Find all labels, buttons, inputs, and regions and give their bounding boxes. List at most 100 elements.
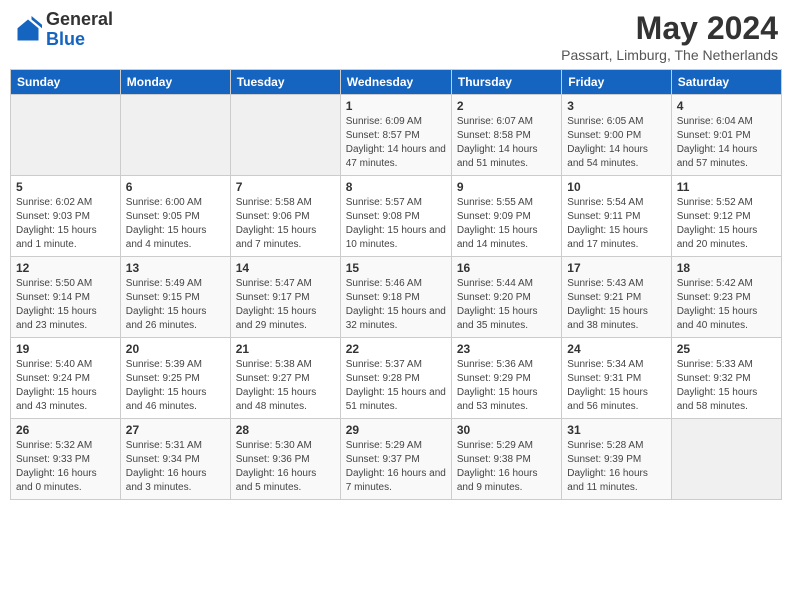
cell-w3-d0: 19 Sunrise: 5:40 AM Sunset: 9:24 PM Dayli… <box>11 338 121 419</box>
cell-w0-d4: 2 Sunrise: 6:07 AM Sunset: 8:58 PM Daylig… <box>451 95 561 176</box>
day-info-24: Sunrise: 5:34 AM Sunset: 9:31 PM Dayligh… <box>567 358 665 414</box>
day-info-8: Sunrise: 5:57 AM Sunset: 9:08 PM Dayligh… <box>346 196 446 252</box>
day-number-7: 7 <box>236 180 335 194</box>
day-info-25: Sunrise: 5:33 AM Sunset: 9:32 PM Dayligh… <box>677 358 776 414</box>
week-row-1: 5Sunrise: 6:02 AM Sunset: 9:03 PM Daylig… <box>11 176 782 257</box>
col-tuesday: Tuesday <box>230 70 340 95</box>
day-number-10: 10 <box>567 180 665 194</box>
day-info-27: Sunrise: 5:31 AM Sunset: 9:34 PM Dayligh… <box>126 439 225 495</box>
week-row-0: 1 Sunrise: 6:09 AM Sunset: 8:57 PM Daylig… <box>11 95 782 176</box>
day-info-19: Sunrise: 5:40 AM Sunset: 9:24 PM Dayligh… <box>16 358 115 414</box>
day-info-2: Sunrise: 6:07 AM Sunset: 8:58 PM Dayligh… <box>457 115 556 171</box>
day-number-11: 11 <box>677 180 776 194</box>
day-number-9: 9 <box>457 180 556 194</box>
day-info-4: Sunrise: 6:04 AM Sunset: 9:01 PM Dayligh… <box>677 115 776 171</box>
cell-w1-d2: 7 Sunrise: 5:58 AM Sunset: 9:06 PM Daylig… <box>230 176 340 257</box>
day-info-23: Sunrise: 5:36 AM Sunset: 9:29 PM Dayligh… <box>457 358 556 414</box>
cell-w4-d6 <box>671 419 781 500</box>
cell-w0-d6: 4Sunrise: 6:04 AM Sunset: 9:01 PM Daylig… <box>671 95 781 176</box>
day-number-2: 2 <box>457 99 556 113</box>
cell-w2-d4: 16 Sunrise: 5:44 AM Sunset: 9:20 PM Dayli… <box>451 257 561 338</box>
day-info-30: Sunrise: 5:29 AM Sunset: 9:38 PM Dayligh… <box>457 439 556 495</box>
day-info-11: Sunrise: 5:52 AM Sunset: 9:12 PM Dayligh… <box>677 196 776 252</box>
day-number-16: 16 <box>457 261 556 275</box>
day-info-20: Sunrise: 5:39 AM Sunset: 9:25 PM Dayligh… <box>126 358 225 414</box>
day-number-26: 26 <box>16 423 115 437</box>
cell-w3-d3: 22 Sunrise: 5:37 AM Sunset: 9:28 PM Dayli… <box>340 338 451 419</box>
cell-w2-d5: 17 Sunrise: 5:43 AM Sunset: 9:21 PM Dayli… <box>562 257 671 338</box>
cell-w3-d4: 23 Sunrise: 5:36 AM Sunset: 9:29 PM Dayli… <box>451 338 561 419</box>
cell-w3-d1: 20 Sunrise: 5:39 AM Sunset: 9:25 PM Dayli… <box>120 338 230 419</box>
day-number-31: 31 <box>567 423 665 437</box>
location: Passart, Limburg, The Netherlands <box>561 47 778 63</box>
day-number-22: 22 <box>346 342 446 356</box>
day-info-29: Sunrise: 5:29 AM Sunset: 9:37 PM Dayligh… <box>346 439 446 495</box>
cell-w1-d1: 6Sunrise: 6:00 AM Sunset: 9:05 PM Daylig… <box>120 176 230 257</box>
page-header: General Blue May 2024 Passart, Limburg, … <box>10 10 782 63</box>
col-thursday: Thursday <box>451 70 561 95</box>
day-info-15: Sunrise: 5:46 AM Sunset: 9:18 PM Dayligh… <box>346 277 446 333</box>
cell-w0-d1 <box>120 95 230 176</box>
cell-w1-d0: 5Sunrise: 6:02 AM Sunset: 9:03 PM Daylig… <box>11 176 121 257</box>
cell-w4-d0: 26Sunrise: 5:32 AM Sunset: 9:33 PM Dayli… <box>11 419 121 500</box>
cell-w0-d2 <box>230 95 340 176</box>
day-number-24: 24 <box>567 342 665 356</box>
col-wednesday: Wednesday <box>340 70 451 95</box>
day-number-25: 25 <box>677 342 776 356</box>
cell-w4-d5: 31 Sunrise: 5:28 AM Sunset: 9:39 PM Dayli… <box>562 419 671 500</box>
day-number-17: 17 <box>567 261 665 275</box>
cell-w2-d3: 15 Sunrise: 5:46 AM Sunset: 9:18 PM Dayli… <box>340 257 451 338</box>
logo-text: General Blue <box>46 10 113 50</box>
day-info-17: Sunrise: 5:43 AM Sunset: 9:21 PM Dayligh… <box>567 277 665 333</box>
col-monday: Monday <box>120 70 230 95</box>
logo-icon <box>14 16 42 44</box>
cell-w0-d3: 1 Sunrise: 6:09 AM Sunset: 8:57 PM Daylig… <box>340 95 451 176</box>
day-number-3: 3 <box>567 99 665 113</box>
day-info-10: Sunrise: 5:54 AM Sunset: 9:11 PM Dayligh… <box>567 196 665 252</box>
cell-w0-d0 <box>11 95 121 176</box>
day-info-9: Sunrise: 5:55 AM Sunset: 9:09 PM Dayligh… <box>457 196 556 252</box>
cell-w2-d2: 14Sunrise: 5:47 AM Sunset: 9:17 PM Dayli… <box>230 257 340 338</box>
day-info-16: Sunrise: 5:44 AM Sunset: 9:20 PM Dayligh… <box>457 277 556 333</box>
cell-w2-d1: 13Sunrise: 5:49 AM Sunset: 9:15 PM Dayli… <box>120 257 230 338</box>
cell-w3-d5: 24 Sunrise: 5:34 AM Sunset: 9:31 PM Dayli… <box>562 338 671 419</box>
day-number-20: 20 <box>126 342 225 356</box>
header-row: Sunday Monday Tuesday Wednesday Thursday… <box>11 70 782 95</box>
day-info-7: Sunrise: 5:58 AM Sunset: 9:06 PM Dayligh… <box>236 196 335 252</box>
day-info-13: Sunrise: 5:49 AM Sunset: 9:15 PM Dayligh… <box>126 277 225 333</box>
day-number-19: 19 <box>16 342 115 356</box>
col-sunday: Sunday <box>11 70 121 95</box>
calendar-table: Sunday Monday Tuesday Wednesday Thursday… <box>10 69 782 500</box>
day-info-28: Sunrise: 5:30 AM Sunset: 9:36 PM Dayligh… <box>236 439 335 495</box>
day-number-18: 18 <box>677 261 776 275</box>
day-number-12: 12 <box>16 261 115 275</box>
day-number-15: 15 <box>346 261 446 275</box>
week-row-4: 26Sunrise: 5:32 AM Sunset: 9:33 PM Dayli… <box>11 419 782 500</box>
cell-w2-d6: 18 Sunrise: 5:42 AM Sunset: 9:23 PM Dayli… <box>671 257 781 338</box>
day-info-22: Sunrise: 5:37 AM Sunset: 9:28 PM Dayligh… <box>346 358 446 414</box>
day-number-23: 23 <box>457 342 556 356</box>
title-block: May 2024 Passart, Limburg, The Netherlan… <box>561 10 778 63</box>
day-info-6: Sunrise: 6:00 AM Sunset: 9:05 PM Dayligh… <box>126 196 225 252</box>
day-number-29: 29 <box>346 423 446 437</box>
cell-w3-d6: 25 Sunrise: 5:33 AM Sunset: 9:32 PM Dayli… <box>671 338 781 419</box>
cell-w1-d6: 11 Sunrise: 5:52 AM Sunset: 9:12 PM Dayli… <box>671 176 781 257</box>
day-info-18: Sunrise: 5:42 AM Sunset: 9:23 PM Dayligh… <box>677 277 776 333</box>
day-number-8: 8 <box>346 180 446 194</box>
cell-w4-d2: 28Sunrise: 5:30 AM Sunset: 9:36 PM Dayli… <box>230 419 340 500</box>
cell-w4-d1: 27Sunrise: 5:31 AM Sunset: 9:34 PM Dayli… <box>120 419 230 500</box>
day-info-1: Sunrise: 6:09 AM Sunset: 8:57 PM Dayligh… <box>346 115 446 171</box>
logo-general: General <box>46 10 113 30</box>
cell-w1-d3: 8 Sunrise: 5:57 AM Sunset: 9:08 PM Daylig… <box>340 176 451 257</box>
day-info-14: Sunrise: 5:47 AM Sunset: 9:17 PM Dayligh… <box>236 277 335 333</box>
day-number-5: 5 <box>16 180 115 194</box>
col-saturday: Saturday <box>671 70 781 95</box>
day-number-21: 21 <box>236 342 335 356</box>
day-number-1: 1 <box>346 99 446 113</box>
cell-w4-d4: 30 Sunrise: 5:29 AM Sunset: 9:38 PM Dayli… <box>451 419 561 500</box>
day-info-31: Sunrise: 5:28 AM Sunset: 9:39 PM Dayligh… <box>567 439 665 495</box>
day-info-12: Sunrise: 5:50 AM Sunset: 9:14 PM Dayligh… <box>16 277 115 333</box>
cell-w1-d4: 9 Sunrise: 5:55 AM Sunset: 9:09 PM Daylig… <box>451 176 561 257</box>
day-number-30: 30 <box>457 423 556 437</box>
week-row-3: 19 Sunrise: 5:40 AM Sunset: 9:24 PM Dayli… <box>11 338 782 419</box>
